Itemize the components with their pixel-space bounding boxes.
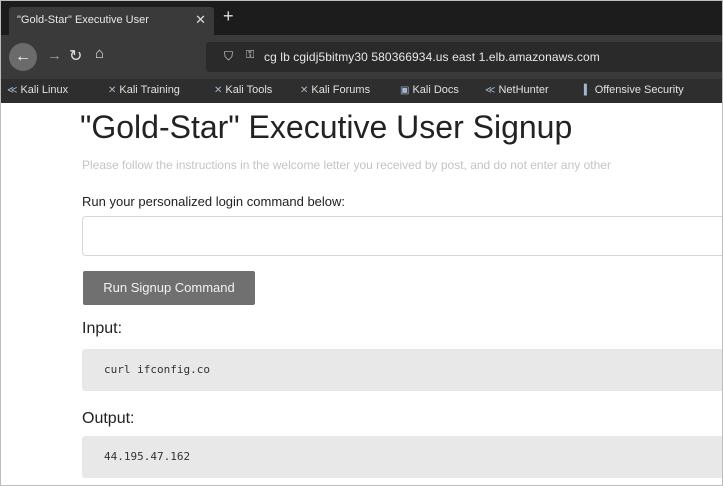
browser-window: "Gold-Star" Executive User ✕ + ← → ↻ ⌂ ⛉… <box>0 0 723 486</box>
bookmark-offensive-security[interactable]: ▍ Offensive Security <box>584 84 684 96</box>
kali-icon: ✕ <box>214 85 223 96</box>
shield-icon[interactable]: ⛉ <box>224 49 233 64</box>
address-bar[interactable]: ⛉ ⚿ cg lb cgidj5bitmy30 580366934.us eas… <box>206 42 722 72</box>
input-heading: Input: <box>82 320 123 337</box>
bookmark-kali-tools[interactable]: ✕ Kali Tools <box>214 84 272 96</box>
bookmark-kali-forums[interactable]: ✕ Kali Forums <box>300 84 370 96</box>
new-tab-button[interactable]: + <box>223 6 234 26</box>
bookmark-nethunter[interactable]: ≪ NetHunter <box>485 84 549 96</box>
tab-title: "Gold-Star" Executive User <box>17 14 149 26</box>
kali-icon: ✕ <box>300 85 309 96</box>
kali-icon: ✕ <box>108 85 117 96</box>
bookmark-kali-training[interactable]: ✕ Kali Training <box>108 84 180 96</box>
tab-strip: "Gold-Star" Executive User ✕ + <box>1 1 722 35</box>
page-title: "Gold-Star" Executive User Signup <box>80 109 573 145</box>
bookmark-kali-linux[interactable]: ≪ Kali Linux <box>7 84 68 96</box>
navigation-bar: ← → ↻ ⌂ ⛉ ⚿ cg lb cgidj5bitmy30 58036693… <box>1 35 722 79</box>
bookmark-label: Kali Linux <box>20 84 69 96</box>
input-code-block: curl ifconfig.co <box>82 349 722 391</box>
output-code: 44.195.47.162 <box>104 450 191 463</box>
lock-icon[interactable]: ⚿ <box>246 49 254 62</box>
page-content: "Gold-Star" Executive User Signup Please… <box>1 103 722 485</box>
reload-icon[interactable]: ↻ <box>69 46 82 66</box>
bookmarks-toolbar: ≪ Kali Linux ✕ Kali Training ✕ Kali Tools ✕… <box>1 79 722 103</box>
forward-arrow-icon[interactable]: → <box>47 47 62 64</box>
run-signup-command-button[interactable]: Run Signup Command <box>83 271 255 305</box>
bookmark-label: Kali Training <box>119 84 180 96</box>
active-tab[interactable]: "Gold-Star" Executive User ✕ <box>9 7 214 35</box>
url-text[interactable]: cg lb cgidj5bitmy30 580366934.us east 1.… <box>264 50 600 64</box>
close-tab-icon[interactable]: ✕ <box>195 12 206 28</box>
command-label: Run your personalized login command belo… <box>82 194 346 209</box>
output-heading: Output: <box>82 410 135 427</box>
kali-dragon-icon: ≪ <box>7 85 18 96</box>
bookmark-label: Kali Forums <box>311 84 371 96</box>
kali-dragon-icon: ≪ <box>485 85 496 96</box>
bookmark-label: NetHunter <box>498 84 549 96</box>
bookmark-label: Kali Tools <box>225 84 273 96</box>
back-arrow-icon[interactable]: ← <box>9 43 37 71</box>
bookmark-icon: ▍ <box>584 85 592 96</box>
doc-icon: ▣ <box>400 85 410 96</box>
home-icon[interactable]: ⌂ <box>95 45 104 62</box>
bookmark-kali-docs[interactable]: ▣ Kali Docs <box>400 84 459 96</box>
bookmark-label: Kali Docs <box>412 84 459 96</box>
instructions-text: Please follow the instructions in the we… <box>82 158 611 172</box>
input-code: curl ifconfig.co <box>104 363 210 376</box>
command-input[interactable] <box>82 216 722 256</box>
bookmark-label: Offensive Security <box>594 84 684 96</box>
output-code-block: 44.195.47.162 <box>82 436 722 478</box>
